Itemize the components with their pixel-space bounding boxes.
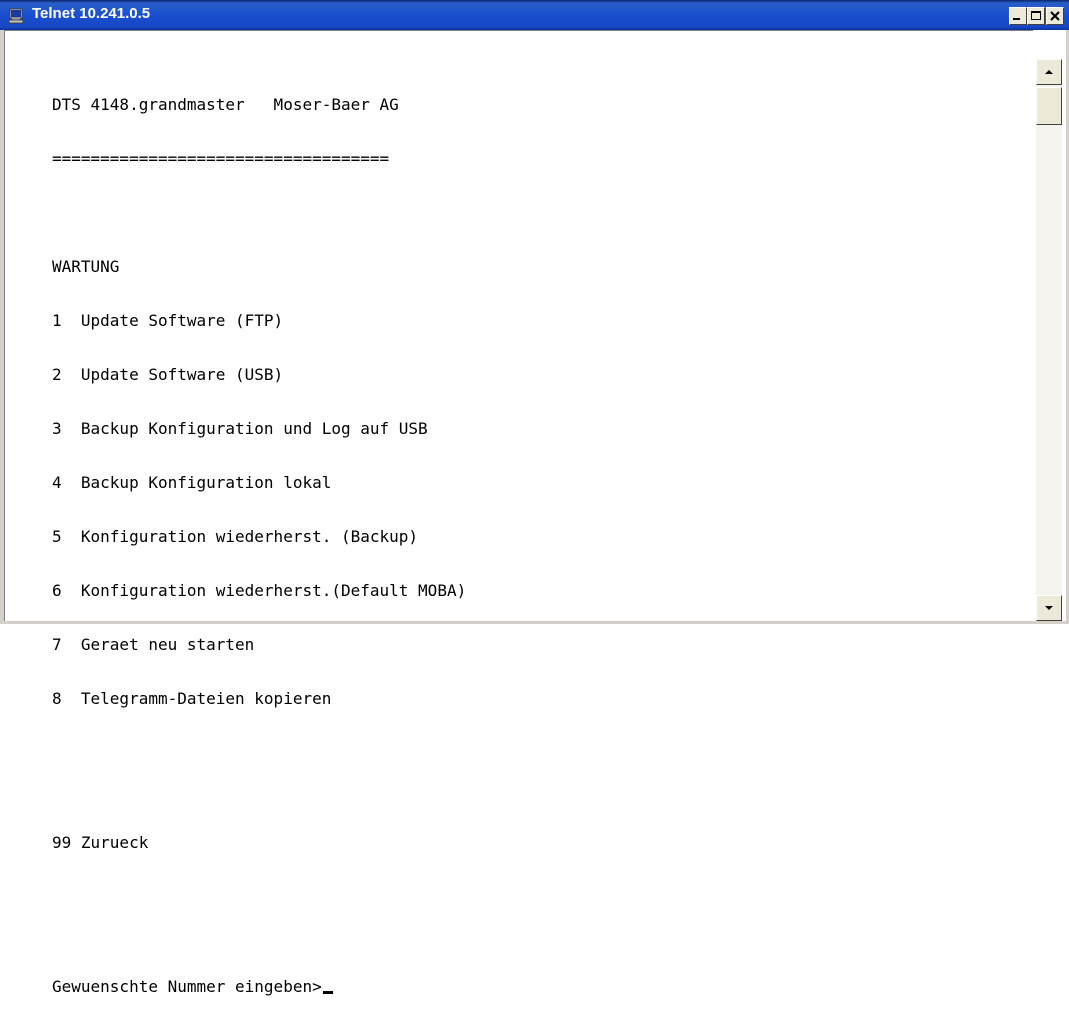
scroll-down-button[interactable] [1036, 595, 1062, 621]
terminal-header: DTS 4148.grandmaster Moser-Baer AG [52, 95, 399, 114]
maximize-icon [1031, 11, 1041, 20]
scroll-down-arrow-icon [1045, 606, 1053, 610]
prompt-line[interactable]: Gewuenschte Nummer eingeben> [52, 978, 466, 996]
menu-title: WARTUNG [52, 257, 120, 276]
menu-item: 3 Backup Konfiguration und Log auf USB [52, 419, 428, 438]
back-menu-item: 99 Zurueck [52, 833, 149, 852]
close-button[interactable] [1046, 7, 1064, 25]
maximize-button[interactable] [1027, 7, 1045, 25]
menu-item: 5 Konfiguration wiederherst. (Backup) [52, 527, 419, 546]
window-title: Telnet 10.241.0.5 [32, 5, 151, 22]
scroll-up-arrow-icon [1045, 70, 1053, 74]
close-icon [1050, 11, 1060, 21]
blank-lines [52, 888, 466, 942]
title-bar[interactable]: Telnet 10.241.0.5 [0, 0, 1069, 30]
minimize-button[interactable] [1009, 7, 1027, 25]
telnet-window: Telnet 10.241.0.5 DTS 4148.grandmaster M… [0, 0, 1069, 996]
vertical-scrollbar[interactable] [1036, 59, 1062, 621]
text-cursor [322, 991, 333, 994]
menu-item: 6 Konfiguration wiederherst.(Default MOB… [52, 581, 467, 600]
menu-item: 7 Geraet neu starten [52, 635, 255, 654]
terminal-output: DTS 4148.grandmaster Moser-Baer AG =====… [52, 60, 466, 1032]
blank-lines [52, 744, 466, 798]
menu-item: 1 Update Software (FTP) [52, 311, 284, 330]
menu-item: 8 Telegramm-Dateien kopieren [52, 689, 332, 708]
scrollbar-thumb[interactable] [1036, 87, 1062, 125]
telnet-terminal-icon[interactable] [8, 6, 26, 24]
prompt-text: Gewuenschte Nummer eingeben> [52, 977, 322, 996]
menu-item: 4 Backup Konfiguration lokal [52, 473, 332, 492]
terminal-separator: =================================== [52, 149, 390, 168]
minimize-icon [1013, 18, 1020, 20]
menu-item: 2 Update Software (USB) [52, 365, 284, 384]
scroll-up-button[interactable] [1036, 59, 1062, 85]
